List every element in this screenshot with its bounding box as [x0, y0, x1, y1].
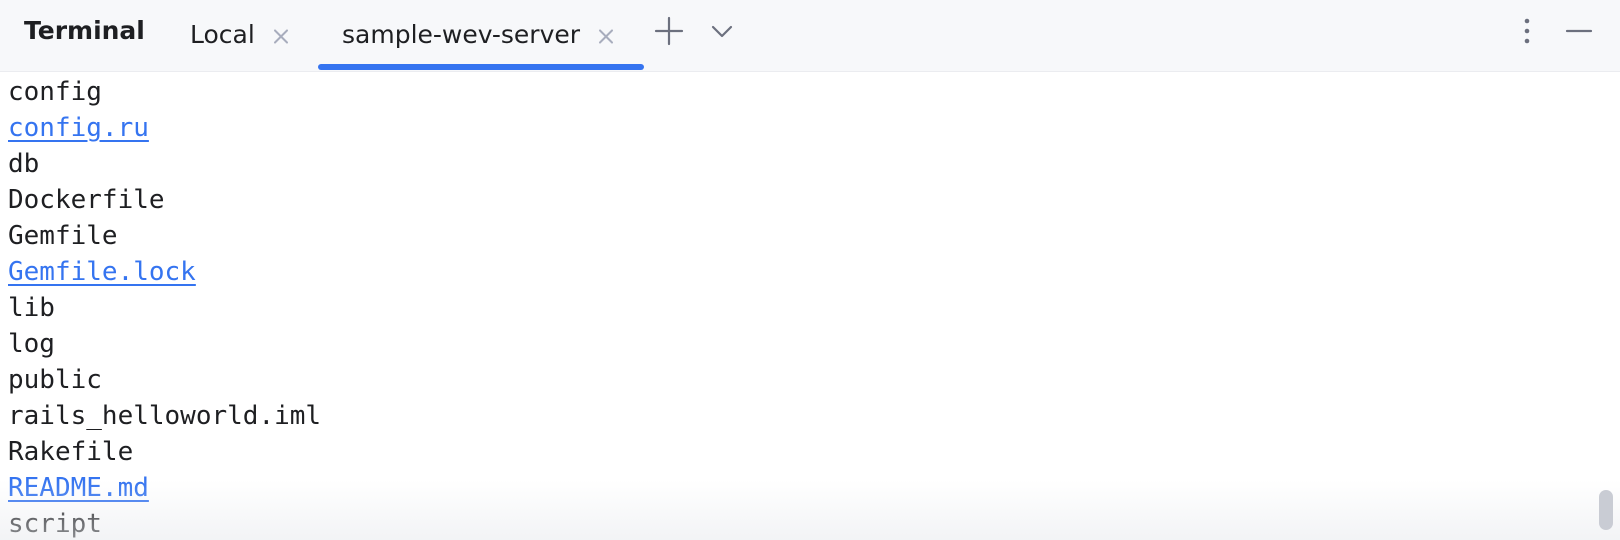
terminal-line: lib: [8, 290, 1620, 326]
output-text: lib: [8, 293, 55, 323]
output-text: Dockerfile: [8, 185, 165, 215]
terminal-window: Terminal Local sample-wev-server config …: [0, 0, 1620, 540]
terminal-line: config: [8, 74, 1620, 110]
terminal-link-line[interactable]: Gemfile.lock: [8, 254, 1620, 290]
close-icon[interactable]: [271, 26, 291, 46]
terminal-link-line[interactable]: config.ru: [8, 110, 1620, 146]
output-text: rails_helloworld.iml: [8, 401, 322, 431]
minimize-button[interactable]: [1562, 14, 1596, 48]
options-menu-button[interactable]: [1510, 14, 1544, 48]
terminal-line: script: [8, 506, 1620, 540]
tab-label: Local: [190, 20, 255, 49]
terminal-output[interactable]: config config.ru db Dockerfile Gemfile Gemfil…: [0, 73, 1620, 540]
output-text: log: [8, 329, 55, 359]
plus-icon: [654, 16, 684, 46]
panel-title: Terminal: [24, 16, 145, 45]
tab-label: sample-wev-server: [342, 20, 581, 49]
chevron-down-icon: [711, 25, 733, 38]
file-link[interactable]: Gemfile.lock: [8, 257, 196, 287]
tab-sample-wev-server[interactable]: sample-wev-server: [342, 0, 616, 72]
tab-local[interactable]: Local: [190, 0, 291, 72]
terminal-line: Gemfile: [8, 218, 1620, 254]
close-icon[interactable]: [596, 26, 616, 46]
terminal-line: log: [8, 326, 1620, 362]
tool-window-header: Terminal Local sample-wev-server: [0, 0, 1620, 72]
tabs-dropdown-button[interactable]: [705, 14, 739, 48]
output-text: config: [8, 77, 102, 107]
output-text: public: [8, 365, 102, 395]
output-text: Gemfile: [8, 221, 118, 251]
terminal-line: Rakefile: [8, 434, 1620, 470]
terminal-line: Dockerfile: [8, 182, 1620, 218]
terminal-line: public: [8, 362, 1620, 398]
output-text: db: [8, 149, 40, 179]
terminal-link-line[interactable]: README.md: [8, 470, 1620, 506]
terminal-line: db: [8, 146, 1620, 182]
file-link[interactable]: config.ru: [8, 113, 149, 143]
active-tab-indicator: [318, 64, 644, 70]
file-link[interactable]: README.md: [8, 473, 149, 503]
more-vertical-icon: [1524, 18, 1530, 44]
output-text: script: [8, 509, 102, 539]
terminal-line: rails_helloworld.iml: [8, 398, 1620, 434]
vertical-scrollbar[interactable]: [1599, 490, 1613, 530]
minimize-icon: [1565, 29, 1593, 33]
output-text: Rakefile: [8, 437, 134, 467]
new-tab-button[interactable]: [652, 14, 686, 48]
